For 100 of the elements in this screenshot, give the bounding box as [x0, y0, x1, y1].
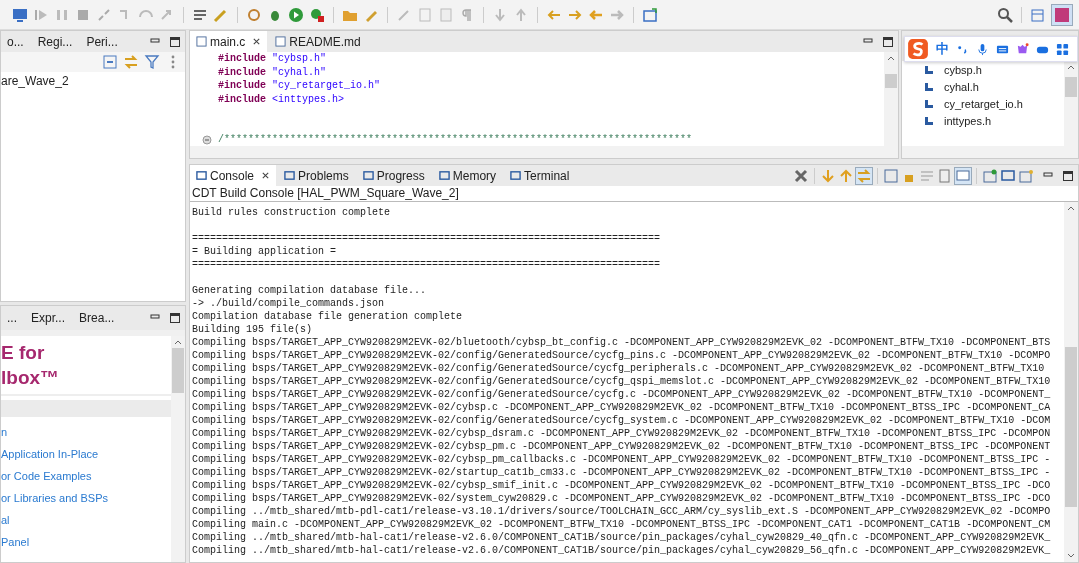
view-tab[interactable]: Terminal	[504, 165, 576, 186]
close-icon[interactable]	[252, 37, 262, 46]
scroll-thumb[interactable]	[885, 74, 897, 88]
outline-item[interactable]: inttypes.h	[944, 114, 992, 127]
arrow-up-icon[interactable]	[838, 167, 854, 184]
view-tab[interactable]: Memory	[432, 165, 503, 186]
scroll-thumb[interactable]	[172, 348, 184, 393]
view-icon	[196, 170, 207, 181]
console-display-icon[interactable]	[955, 167, 971, 184]
editor-tab[interactable]: main.c	[190, 31, 268, 52]
filter-icon[interactable]	[144, 54, 160, 70]
view-tab[interactable]: Brea...	[73, 307, 121, 329]
console-line: Compiling ../mtb_shared/mtb-hal-cat1/release-v2.6.0/COMPONENT_CAT1B/source/pin_packages/cyhal_cyw20829_56_qfn.c -DCOMPONENT_APP_CYW920829M2EVK_	[192, 545, 1051, 556]
maximize-icon[interactable]	[169, 312, 181, 324]
input-mode[interactable]: 中	[936, 40, 949, 58]
display-console-icon[interactable]	[1000, 167, 1016, 184]
scroll-thumb[interactable]	[1065, 77, 1077, 97]
link-editor-icon[interactable]	[123, 54, 139, 70]
console-line: Building 195 file(s)	[192, 324, 313, 335]
console-line: Compiling main.c -DCOMPONENT_APP_CYW920829M2EVK_02 -DCOMPONENT_BTFW_TX10 -DCOMPONENT_BTSS_IPC -DCOMPONENT_CAT1 -DCOMPONENT_CAT1B -DCOMPONENT_CM	[192, 519, 1051, 530]
console-line: Compiling bsps/TARGET_APP_CYW920829M2EVK-02/cybsp.c -DCOMPONENT_APP_CYW920829M2EVK_02 -DCOMPONENT_BTFW_TX10 -DCOMPONENT_BTSS_IPC -DCOMPONENT_CA	[192, 402, 1051, 413]
perspective-icon[interactable]	[1051, 3, 1073, 26]
scrollbar[interactable]	[1064, 61, 1078, 146]
include-icon	[924, 64, 934, 75]
welcome-link[interactable]: or Code Examples	[1, 465, 171, 487]
scroll-down-icon[interactable]	[1066, 552, 1076, 560]
console-line: Compiling bsps/TARGET_APP_CYW920829M2EVK-02/cybsp_smif_init.c -DCOMPONENT_APP_CYW920829M2EVK_02 -DCOMPONENT_BTFW_TX10 -DCOMPONENT_BTSS_IPC -DCO	[192, 480, 1051, 491]
console-line: = Building application =	[192, 246, 337, 257]
view-tab[interactable]: Progress	[356, 165, 431, 186]
collapse-all-icon[interactable]	[102, 54, 118, 70]
document-icon[interactable]	[438, 6, 454, 23]
new-console-icon[interactable]	[1018, 167, 1034, 184]
view-tab[interactable]: Expr...	[25, 307, 72, 329]
monitor-icon[interactable]	[12, 6, 28, 23]
scroll-up-icon[interactable]	[173, 338, 183, 346]
view-tab[interactable]: Peri...	[80, 31, 124, 52]
console-line: ==============================================================================	[192, 259, 661, 270]
console-line: Compiling bsps/TARGET_APP_CYW920829M2EVK-02/config/GeneratedSource/cycfg_system.c -DCOMPONENT_APP_CYW920829M2EVK_02 -DCOMPONENT_BTFW_TX10 -DCOM	[192, 415, 1051, 426]
view-icon	[438, 170, 450, 181]
outline-item[interactable]: cybsp.h	[944, 63, 982, 76]
file-icon	[275, 36, 287, 47]
scrollbar[interactable]	[902, 146, 1078, 158]
welcome-link[interactable]: Application In-Place	[1, 443, 171, 465]
console-line: Compiling bsps/TARGET_APP_CYW920829M2EVK-02/cybsp_pm_callbacks.c -DCOMPONENT_APP_CYW920829M2EVK_02 -DCOMPONENT_BTFW_TX10 -DCOMPONENT_BTSS_IPC -	[192, 454, 1051, 465]
open-perspective-icon[interactable]	[1030, 6, 1046, 23]
scrollbar[interactable]	[884, 52, 898, 146]
view-icon	[510, 170, 522, 181]
tree-item[interactable]: are_Wave_2	[1, 74, 185, 88]
welcome-link[interactable]: n	[1, 421, 171, 443]
console-title: CDT Build Console [HAL_PWM_Square_Wave_2]	[190, 186, 1078, 202]
welcome-link[interactable]: Panel	[1, 531, 171, 553]
scroll-up-icon[interactable]	[1066, 63, 1076, 71]
console-line: -> ./build/compile_commands.json	[192, 298, 385, 309]
view-tab[interactable]: Console	[190, 165, 277, 186]
welcome-link[interactable]: or Libraries and BSPs	[1, 487, 171, 509]
scroll-thumb[interactable]	[1065, 347, 1077, 507]
scroll-up-icon[interactable]	[886, 54, 896, 62]
console-line: Compilation database file generation complete	[192, 311, 463, 322]
annotation-down-icon[interactable]	[492, 6, 508, 23]
code-line: #include "cybsp.h"	[217, 52, 327, 66]
console-line: Compiling bsps/TARGET_APP_CYW920829M2EVK-02/config/GeneratedSource/cycfg_qspi_memslot.c -DCOMPONENT_APP_CYW920829M2EVK_02 -DCOMPONENT_BTFW_TX10	[192, 376, 1051, 387]
window-icon[interactable]	[642, 6, 658, 23]
arrow-down-icon[interactable]	[820, 167, 836, 184]
code-line: #include <inttypes.h>	[217, 92, 345, 106]
console-line: Compiling bsps/TARGET_APP_CYW920829M2EVK-02/bluetooth/cybsp_bt_config.c -DCOMPONENT_APP_CYW920829M2EVK_02 -DCOMPONENT_BTFW_TX10 -DCOMPONENT_BTS	[192, 337, 1051, 348]
maximize-icon[interactable]	[882, 35, 894, 48]
scrollbar[interactable]	[1064, 202, 1078, 562]
pin-icon[interactable]	[982, 167, 998, 184]
maximize-icon[interactable]	[169, 35, 181, 48]
console-line: Compiling ../mtb_shared/mtb-pdl-cat1/release-v3.10.1/drivers/source/TOOLCHAIN_GCC_ARM/cy_syslib_ext.S -DCOMPONENT_APP_CYW920829M2EVK_02 -DCOMPO	[192, 506, 1051, 517]
welcome-link[interactable]: al	[1, 509, 171, 531]
view-tab[interactable]: ...	[1, 307, 23, 329]
link-icon[interactable]	[856, 167, 872, 184]
close-icon[interactable]	[261, 171, 271, 180]
editor-tab[interactable]: README.md	[269, 31, 367, 52]
welcome-heading: E for	[1, 341, 46, 365]
outline-item[interactable]: cy_retarget_io.h	[944, 97, 1023, 110]
fold-icon[interactable]	[202, 134, 212, 145]
search-icon[interactable]	[997, 6, 1013, 23]
view-icon	[284, 170, 296, 181]
annotation-up-icon[interactable]	[513, 6, 529, 23]
welcome-heading: lbox™	[1, 366, 61, 390]
view-tab[interactable]: Problems	[278, 165, 355, 186]
view-tab[interactable]: Regi...	[31, 31, 79, 52]
view-tab[interactable]: o...	[1, 31, 30, 52]
document-icon[interactable]	[417, 6, 433, 23]
grid-icon[interactable]	[1056, 42, 1069, 56]
external-tool-icon[interactable]	[309, 6, 325, 23]
remove-all-icon[interactable]	[793, 167, 809, 184]
include-icon	[924, 115, 934, 126]
code-line: #include "cy_retarget_io.h"	[217, 79, 381, 93]
console-line: Compiling ../mtb_shared/mtb-hal-cat1/release-v2.6.0/COMPONENT_CAT1B/source/pin_packages/cyhal_cyw20829_40_qfn.c -DCOMPONENT_APP_CYW920829M2EVK_	[192, 532, 1051, 543]
scrollbar[interactable]	[190, 146, 898, 158]
microphone-icon[interactable]	[976, 42, 989, 56]
outline-item[interactable]: cyhal.h	[944, 80, 979, 93]
maximize-icon[interactable]	[1062, 169, 1074, 182]
console-line: Compiling bsps/TARGET_APP_CYW920829M2EVK-02/cybsp_dsram.c -DCOMPONENT_APP_CYW920829M2EVK_02 -DCOMPONENT_BTFW_TX10 -DCOMPONENT_BTSS_IPC -DCOMPON	[192, 428, 1051, 439]
scroll-up-icon[interactable]	[1066, 204, 1076, 212]
run-icon[interactable]	[288, 6, 304, 23]
console-line: Compiling bsps/TARGET_APP_CYW920829M2EVK-02/config/GeneratedSource/cycfg_pins.c -DCOMPONENT_APP_CYW920829M2EVK_02 -DCOMPONENT_BTFW_TX10 -DCOMPO	[192, 350, 1051, 361]
